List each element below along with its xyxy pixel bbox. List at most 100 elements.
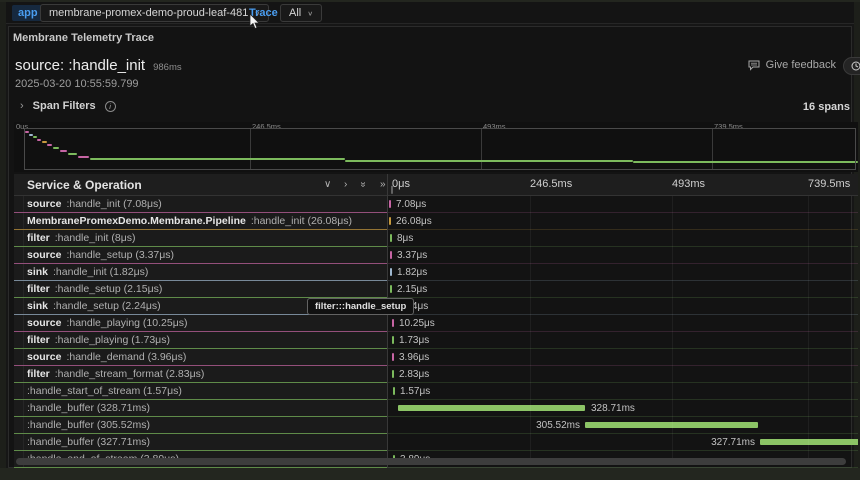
project-dropdown[interactable]: membrane-promex-demo-proud-leaf-481 ∨: [40, 4, 269, 22]
double-chevron-down-glyph: »: [357, 182, 368, 188]
span-bar: [398, 405, 585, 411]
span-bar: [760, 439, 858, 445]
timeline-gridline: [530, 196, 531, 460]
timeline-gridline: [808, 196, 809, 460]
span-timeline-cell[interactable]: 3.96μs: [388, 349, 858, 366]
span-duration: 1.82μs: [397, 264, 427, 281]
collapse-all-icon[interactable]: »: [360, 179, 366, 190]
span-service: source: [27, 351, 61, 363]
span-timeline-cell[interactable]: 2.15μs: [388, 281, 858, 298]
span-operation: :handle_buffer (327.71ms): [27, 436, 150, 448]
table-row[interactable]: MembranePromexDemo.Membrane.Pipeline:han…: [14, 213, 858, 230]
span-timeline-cell[interactable]: 3.37μs: [388, 247, 858, 264]
span-filters-toggle[interactable]: › Span Filters i: [20, 100, 116, 112]
expand-all-icon[interactable]: »: [380, 179, 386, 190]
service-operation-header: Service & Operation: [27, 178, 142, 192]
speech-bubble-icon: [748, 60, 760, 71]
span-operation: :handle_buffer (305.52ms): [27, 419, 150, 431]
span-tick: [392, 319, 394, 327]
trace-title-row: source: :handle_init 986ms: [15, 57, 182, 74]
table-row[interactable]: :handle_start_of_stream (1.57μs) 1.57μs: [14, 383, 858, 400]
screen: { "topbar": { "app_badge": "app", "proje…: [0, 0, 860, 480]
table-row[interactable]: sink :handle_setup (2.24μs) 2.24μs: [14, 298, 858, 315]
horizontal-scrollbar[interactable]: [16, 458, 846, 465]
span-operation: :handle_init (8μs): [55, 232, 136, 244]
span-name-cell[interactable]: :handle_buffer (327.71ms): [14, 434, 387, 451]
window-frame-left: [0, 2, 6, 468]
span-duration: 328.71ms: [591, 400, 635, 417]
span-timeline-cell[interactable]: 1.57μs: [388, 383, 858, 400]
span-tick: [390, 285, 392, 293]
chevron-down-icon[interactable]: ∨: [324, 179, 331, 190]
table-row[interactable]: source:handle_init (7.08μs)7.08μs: [14, 196, 858, 213]
timeline-tick-label: 246.5ms: [530, 178, 572, 190]
span-duration: 8μs: [397, 230, 413, 247]
span-name-cell[interactable]: filter :handle_stream_format (2.83μs): [14, 366, 387, 383]
scope-dropdown[interactable]: All ∨: [280, 4, 322, 22]
span-tick: [390, 268, 392, 276]
give-feedback-button[interactable]: Give feedback: [748, 59, 836, 71]
trace-timestamp: 2025-03-20 10:55:59.799: [15, 78, 139, 90]
window-frame-bottom: [0, 468, 860, 480]
span-tick: [390, 251, 392, 259]
chevron-right-icon[interactable]: ›: [344, 179, 347, 190]
span-service: filter: [27, 368, 50, 380]
table-row[interactable]: filter :handle_stream_format (2.83μs) 2.83…: [14, 366, 858, 383]
span-name-cell[interactable]: source:handle_playing (10.25μs): [14, 315, 387, 332]
table-row[interactable]: source:handle_demand (3.96μs)3.96μs: [14, 349, 858, 366]
span-operation: :handle_stream_format (2.83μs): [55, 368, 205, 380]
timer-button[interactable]: T: [843, 57, 860, 75]
span-tick: [390, 234, 392, 242]
span-timeline-cell[interactable]: 327.71ms: [388, 434, 858, 451]
table-row[interactable]: sink:handle_init (1.82μs) 1.82μs: [14, 264, 858, 281]
page-title: Membrane Telemetry Trace: [13, 32, 154, 44]
span-timeline-cell[interactable]: 26.08μs: [388, 213, 858, 230]
span-name-cell[interactable]: :handle_buffer (305.52ms): [14, 417, 387, 434]
project-dropdown-label: membrane-promex-demo-proud-leaf-481: [49, 7, 248, 19]
span-name-cell[interactable]: filter:handle_setup (2.15μs): [14, 281, 387, 298]
span-name-cell[interactable]: source:handle_init (7.08μs): [14, 196, 387, 213]
span-duration: 10.25μs: [399, 315, 435, 332]
span-service: sink: [27, 300, 48, 312]
trace-table: Service & Operation ∨ › » » ∥ 0μs 246.5m…: [14, 174, 858, 468]
span-timeline-cell[interactable]: 8μs: [388, 230, 858, 247]
span-operation: :handle_init (26.08μs): [251, 215, 352, 227]
span-timeline-cell[interactable]: 1.73μs: [388, 332, 858, 349]
span-name-cell[interactable]: filter:handle_playing (1.73μs): [14, 332, 387, 349]
span-name-cell[interactable]: MembranePromexDemo.Membrane.Pipeline:han…: [14, 213, 387, 230]
span-timeline-cell[interactable]: 2.24μs: [388, 298, 858, 315]
trace-title: source: :handle_init: [15, 57, 145, 74]
table-row[interactable]: filter:handle_setup (2.15μs)2.15μs: [14, 281, 858, 298]
table-row[interactable]: :handle_buffer (328.71ms) 328.71ms: [14, 400, 858, 417]
app-badge[interactable]: app: [12, 5, 44, 21]
span-operation: :handle_setup (3.37μs): [66, 249, 174, 261]
minimap-viewport[interactable]: [24, 128, 856, 170]
span-timeline-cell[interactable]: 10.25μs: [388, 315, 858, 332]
span-name-cell[interactable]: sink:handle_init (1.82μs): [14, 264, 387, 281]
span-timeline-cell[interactable]: 328.71ms: [388, 400, 858, 417]
span-name-cell[interactable]: source:handle_setup (3.37μs): [14, 247, 387, 264]
timeline-minimap[interactable]: 0us 246.5ms 493ms 739.5ms: [14, 122, 858, 172]
span-service: source: [27, 198, 61, 210]
span-duration: 1.73μs: [399, 332, 429, 349]
span-timeline-cell[interactable]: 2.83μs: [388, 366, 858, 383]
column-resizer[interactable]: [387, 174, 388, 468]
span-operation: :handle_setup (2.24μs): [53, 300, 161, 312]
table-row[interactable]: filter:handle_playing (1.73μs) 1.73μs: [14, 332, 858, 349]
table-row[interactable]: :handle_buffer (327.71ms) 327.71ms: [14, 434, 858, 451]
table-row[interactable]: :handle_buffer (305.52ms) 305.52ms: [14, 417, 858, 434]
table-row[interactable]: source:handle_setup (3.37μs)3.37μs: [14, 247, 858, 264]
table-row[interactable]: filter:handle_init (8μs) 8μs: [14, 230, 858, 247]
timeline-tick-label: 493ms: [672, 178, 705, 190]
span-timeline-cell[interactable]: 1.82μs: [388, 264, 858, 281]
span-timeline-cell[interactable]: 305.52ms: [388, 417, 858, 434]
timeline-gridline: [672, 196, 673, 460]
info-icon[interactable]: i: [105, 101, 116, 112]
table-row[interactable]: source:handle_playing (10.25μs) 10.25μs: [14, 315, 858, 332]
span-name-cell[interactable]: filter:handle_init (8μs): [14, 230, 387, 247]
span-name-cell[interactable]: :handle_buffer (328.71ms): [14, 400, 387, 417]
span-name-cell[interactable]: source:handle_demand (3.96μs): [14, 349, 387, 366]
span-timeline-cell[interactable]: 7.08μs: [388, 196, 858, 213]
span-name-cell[interactable]: :handle_start_of_stream (1.57μs): [14, 383, 387, 400]
span-duration: 1.57μs: [400, 383, 430, 400]
